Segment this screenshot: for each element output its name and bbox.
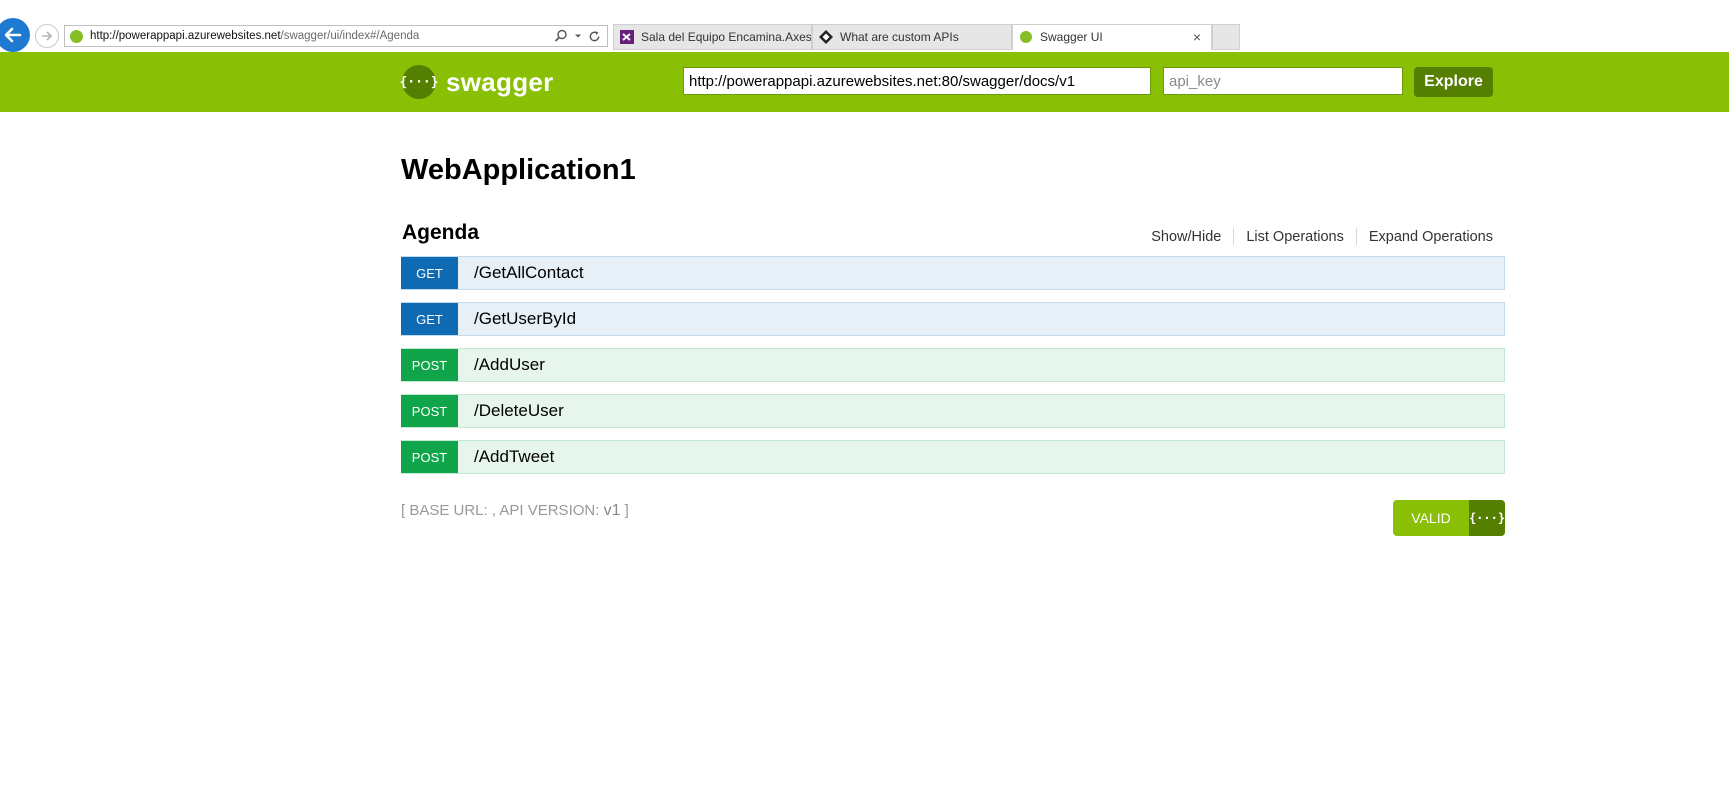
- operation-post-addtweet[interactable]: POST /AddTweet: [401, 440, 1505, 474]
- show-hide-link[interactable]: Show/Hide: [1151, 229, 1221, 245]
- forward-button[interactable]: [35, 24, 59, 48]
- swagger-favicon-icon: [1019, 30, 1033, 44]
- operation-path[interactable]: /GetAllContact: [474, 263, 584, 283]
- address-url[interactable]: http://powerappapi.azurewebsites.net/swa…: [90, 30, 554, 42]
- http-method-badge[interactable]: GET: [401, 257, 458, 289]
- api-key-input[interactable]: [1163, 67, 1403, 95]
- explore-button[interactable]: Explore: [1414, 67, 1493, 97]
- operation-path[interactable]: /AddUser: [474, 355, 545, 375]
- refresh-icon[interactable]: [588, 30, 601, 43]
- divider: [1355, 228, 1357, 245]
- resource-actions: Show/Hide List Operations Expand Operati…: [1151, 228, 1493, 245]
- http-method-badge[interactable]: POST: [401, 395, 458, 427]
- tab-custom-apis[interactable]: What are custom APIs: [812, 24, 1012, 50]
- swagger-header: {···} swagger Explore: [0, 52, 1729, 112]
- http-method-badge[interactable]: POST: [401, 349, 458, 381]
- close-tab-icon[interactable]: ×: [1189, 29, 1205, 45]
- divider: [1233, 228, 1235, 245]
- tab-sala-del-equipo[interactable]: Sala del Equipo Encamina.Axes...: [613, 24, 812, 50]
- validator-label: VALID: [1411, 510, 1451, 526]
- site-favicon-icon: [70, 29, 83, 43]
- spec-url-input[interactable]: [683, 67, 1151, 95]
- diamond-logo-icon: [819, 30, 833, 44]
- tab-swagger-ui[interactable]: Swagger UI ×: [1012, 24, 1212, 50]
- api-info-footer: [ BASE URL: , API VERSION: v1 ]: [401, 502, 629, 519]
- address-bar[interactable]: http://powerappapi.azurewebsites.net/swa…: [64, 25, 608, 47]
- swagger-logo[interactable]: {···} swagger: [399, 65, 554, 99]
- operations-list: GET /GetAllContact GET /GetUserById POST…: [401, 256, 1505, 486]
- operation-path[interactable]: /GetUserById: [474, 309, 576, 329]
- operation-post-adduser[interactable]: POST /AddUser: [401, 348, 1505, 382]
- back-button[interactable]: [0, 18, 30, 52]
- page-title: WebApplication1: [401, 154, 636, 186]
- validator-badge[interactable]: VALID {···}: [1393, 500, 1505, 536]
- api-version: v1: [603, 502, 621, 519]
- resource-name-agenda[interactable]: Agenda: [402, 221, 479, 245]
- forward-arrow-icon: [42, 31, 53, 41]
- swagger-logo-icon: {···}: [399, 65, 439, 99]
- operation-post-deleteuser[interactable]: POST /DeleteUser: [401, 394, 1505, 428]
- swagger-logo-text: swagger: [446, 66, 554, 97]
- http-method-badge[interactable]: POST: [401, 441, 458, 473]
- dropdown-icon[interactable]: [574, 32, 582, 40]
- swagger-validator-icon: {···}: [1469, 500, 1505, 536]
- operation-path[interactable]: /AddTweet: [474, 447, 554, 467]
- visual-studio-icon: [620, 30, 634, 44]
- http-method-badge[interactable]: GET: [401, 303, 458, 335]
- operation-path[interactable]: /DeleteUser: [474, 401, 564, 421]
- operation-get-getallcontact[interactable]: GET /GetAllContact: [401, 256, 1505, 290]
- list-operations-link[interactable]: List Operations: [1246, 229, 1344, 245]
- browser-chrome: http://powerappapi.azurewebsites.net/swa…: [0, 0, 1729, 52]
- back-arrow-icon: [4, 27, 22, 43]
- operation-get-getuserbyid[interactable]: GET /GetUserById: [401, 302, 1505, 336]
- search-icon[interactable]: [554, 29, 568, 43]
- new-tab-button[interactable]: [1212, 24, 1240, 50]
- expand-operations-link[interactable]: Expand Operations: [1369, 229, 1493, 245]
